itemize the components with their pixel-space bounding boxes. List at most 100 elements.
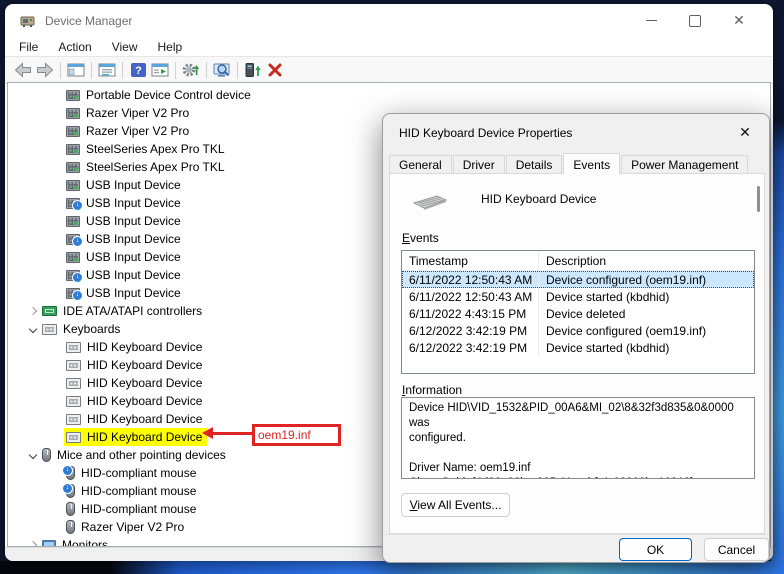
device-icon — [66, 198, 80, 209]
event-row[interactable]: 6/11/2022 4:43:15 PM Device deleted — [402, 305, 754, 322]
menu-view[interactable]: View — [102, 39, 148, 55]
event-row[interactable]: 6/12/2022 3:42:19 PM Device started (kbd… — [402, 339, 754, 356]
event-row[interactable]: 6/11/2022 12:50:43 AM Device configured … — [402, 271, 754, 288]
chevron-icon[interactable] — [50, 394, 64, 408]
device-icon — [66, 126, 80, 137]
event-timestamp: 6/11/2022 4:43:15 PM — [402, 305, 539, 322]
tab-details[interactable]: Details — [506, 155, 563, 173]
chevron-icon[interactable] — [26, 538, 40, 547]
tree-item-label: Keyboards — [63, 322, 120, 336]
chevron-icon[interactable] — [50, 430, 64, 444]
properties-icon[interactable] — [96, 59, 118, 81]
device-icon — [66, 432, 81, 443]
view-all-events-button[interactable]: View All Events... — [401, 493, 510, 517]
cancel-button[interactable]: Cancel — [704, 538, 769, 561]
chevron-icon[interactable] — [50, 196, 64, 210]
device-icon — [42, 540, 56, 548]
chevron-icon[interactable] — [26, 448, 40, 462]
back-arrow-icon[interactable] — [12, 59, 34, 81]
chevron-icon[interactable] — [50, 376, 64, 390]
chevron-icon[interactable] — [50, 142, 64, 156]
action-pane-icon[interactable] — [149, 59, 171, 81]
device-icon — [42, 448, 51, 462]
tree-item[interactable]: Portable Device Control device — [8, 86, 770, 104]
dialog-close-icon[interactable]: ✕ — [734, 124, 756, 141]
device-icon — [66, 252, 80, 263]
chevron-icon[interactable] — [50, 232, 64, 246]
chevron-icon[interactable] — [50, 340, 64, 354]
event-row[interactable]: 6/11/2022 12:50:43 AM Device started (kb… — [402, 288, 754, 305]
tree-item-label: Razer Viper V2 Pro — [81, 520, 184, 534]
tab-general[interactable]: General — [389, 155, 452, 173]
search-computer-icon[interactable] — [211, 59, 233, 81]
chevron-icon[interactable] — [50, 88, 64, 102]
device-icon — [66, 144, 80, 155]
column-description[interactable]: Description — [539, 251, 754, 270]
events-list[interactable]: Timestamp Description 6/11/2022 12:50:43… — [401, 250, 755, 374]
tree-item-label: HID Keyboard Device — [87, 412, 202, 426]
menu-action[interactable]: Action — [48, 39, 101, 55]
event-row[interactable]: 6/12/2022 3:42:19 PM Device configured (… — [402, 322, 754, 339]
annotation-arrow-line — [212, 432, 252, 435]
chevron-icon[interactable] — [50, 412, 64, 426]
device-icon — [66, 466, 75, 480]
menu-help[interactable]: Help — [148, 39, 193, 55]
events-rows: 6/11/2022 12:50:43 AM Device configured … — [402, 271, 754, 356]
device-icon — [66, 288, 80, 299]
tree-item-label: USB Input Device — [86, 178, 181, 192]
chevron-icon[interactable] — [50, 358, 64, 372]
toolbar-separator — [91, 62, 92, 79]
scrollbar-thumb[interactable] — [757, 186, 760, 212]
chevron-icon[interactable] — [50, 250, 64, 264]
device-manager-icon — [19, 13, 36, 29]
column-timestamp[interactable]: Timestamp — [402, 251, 539, 270]
tree-item-label: USB Input Device — [86, 286, 181, 300]
tab-power-management[interactable]: Power Management — [621, 155, 748, 173]
dialog-title: HID Keyboard Device Properties — [399, 126, 572, 140]
tree-item-label: Mice and other pointing devices — [57, 448, 226, 462]
minimize-button[interactable] — [629, 8, 673, 34]
menu-file[interactable]: File — [9, 39, 48, 55]
information-textbox[interactable]: Device HID\VID_1532&PID_00A6&MI_02\8&32f… — [401, 397, 755, 479]
chevron-icon[interactable] — [26, 304, 40, 318]
chevron-icon[interactable] — [50, 124, 64, 138]
device-icon — [66, 502, 75, 516]
event-description: Device started (kbdhid) — [539, 288, 754, 305]
device-icon — [66, 484, 75, 498]
maximize-button[interactable] — [673, 8, 717, 34]
chevron-icon[interactable] — [50, 214, 64, 228]
chevron-icon[interactable] — [50, 160, 64, 174]
scan-hardware-changes-icon[interactable] — [180, 59, 202, 81]
show-console-tree-icon[interactable] — [65, 59, 87, 81]
chevron-icon[interactable] — [50, 178, 64, 192]
tree-item-label: USB Input Device — [86, 232, 181, 246]
remove-device-icon[interactable] — [264, 59, 286, 81]
chevron-icon[interactable] — [26, 322, 40, 336]
device-icon — [66, 520, 75, 534]
events-tab-page: HID Keyboard Device Events Timestamp Des… — [389, 173, 765, 534]
device-icon — [66, 234, 80, 245]
chevron-icon[interactable] — [50, 502, 64, 516]
chevron-icon[interactable] — [50, 106, 64, 120]
ok-button[interactable]: OK — [619, 538, 692, 561]
keyboard-icon — [407, 188, 447, 212]
enable-device-icon[interactable] — [242, 59, 264, 81]
chevron-icon[interactable] — [50, 286, 64, 300]
tree-item-label: USB Input Device — [86, 214, 181, 228]
dialog-separator — [384, 534, 768, 535]
forward-arrow-icon[interactable] — [34, 59, 56, 81]
toolbar-separator — [175, 62, 176, 79]
chevron-icon[interactable] — [50, 268, 64, 282]
help-icon[interactable]: ? — [127, 59, 149, 81]
events-list-header: Timestamp Description — [402, 251, 754, 271]
tab-driver[interactable]: Driver — [453, 155, 505, 173]
tree-item-label: HID-compliant mouse — [81, 502, 196, 516]
tree-item-label: Razer Viper V2 Pro — [86, 124, 189, 138]
properties-dialog: HID Keyboard Device Properties ✕ General… — [382, 113, 770, 563]
tree-item-label: USB Input Device — [86, 250, 181, 264]
desktop: Device Manager ✕ File Action View Help — [0, 0, 784, 574]
tab-events[interactable]: Events — [563, 153, 620, 174]
device-icon — [42, 306, 57, 316]
chevron-icon[interactable] — [50, 520, 64, 534]
close-button[interactable]: ✕ — [717, 8, 761, 34]
